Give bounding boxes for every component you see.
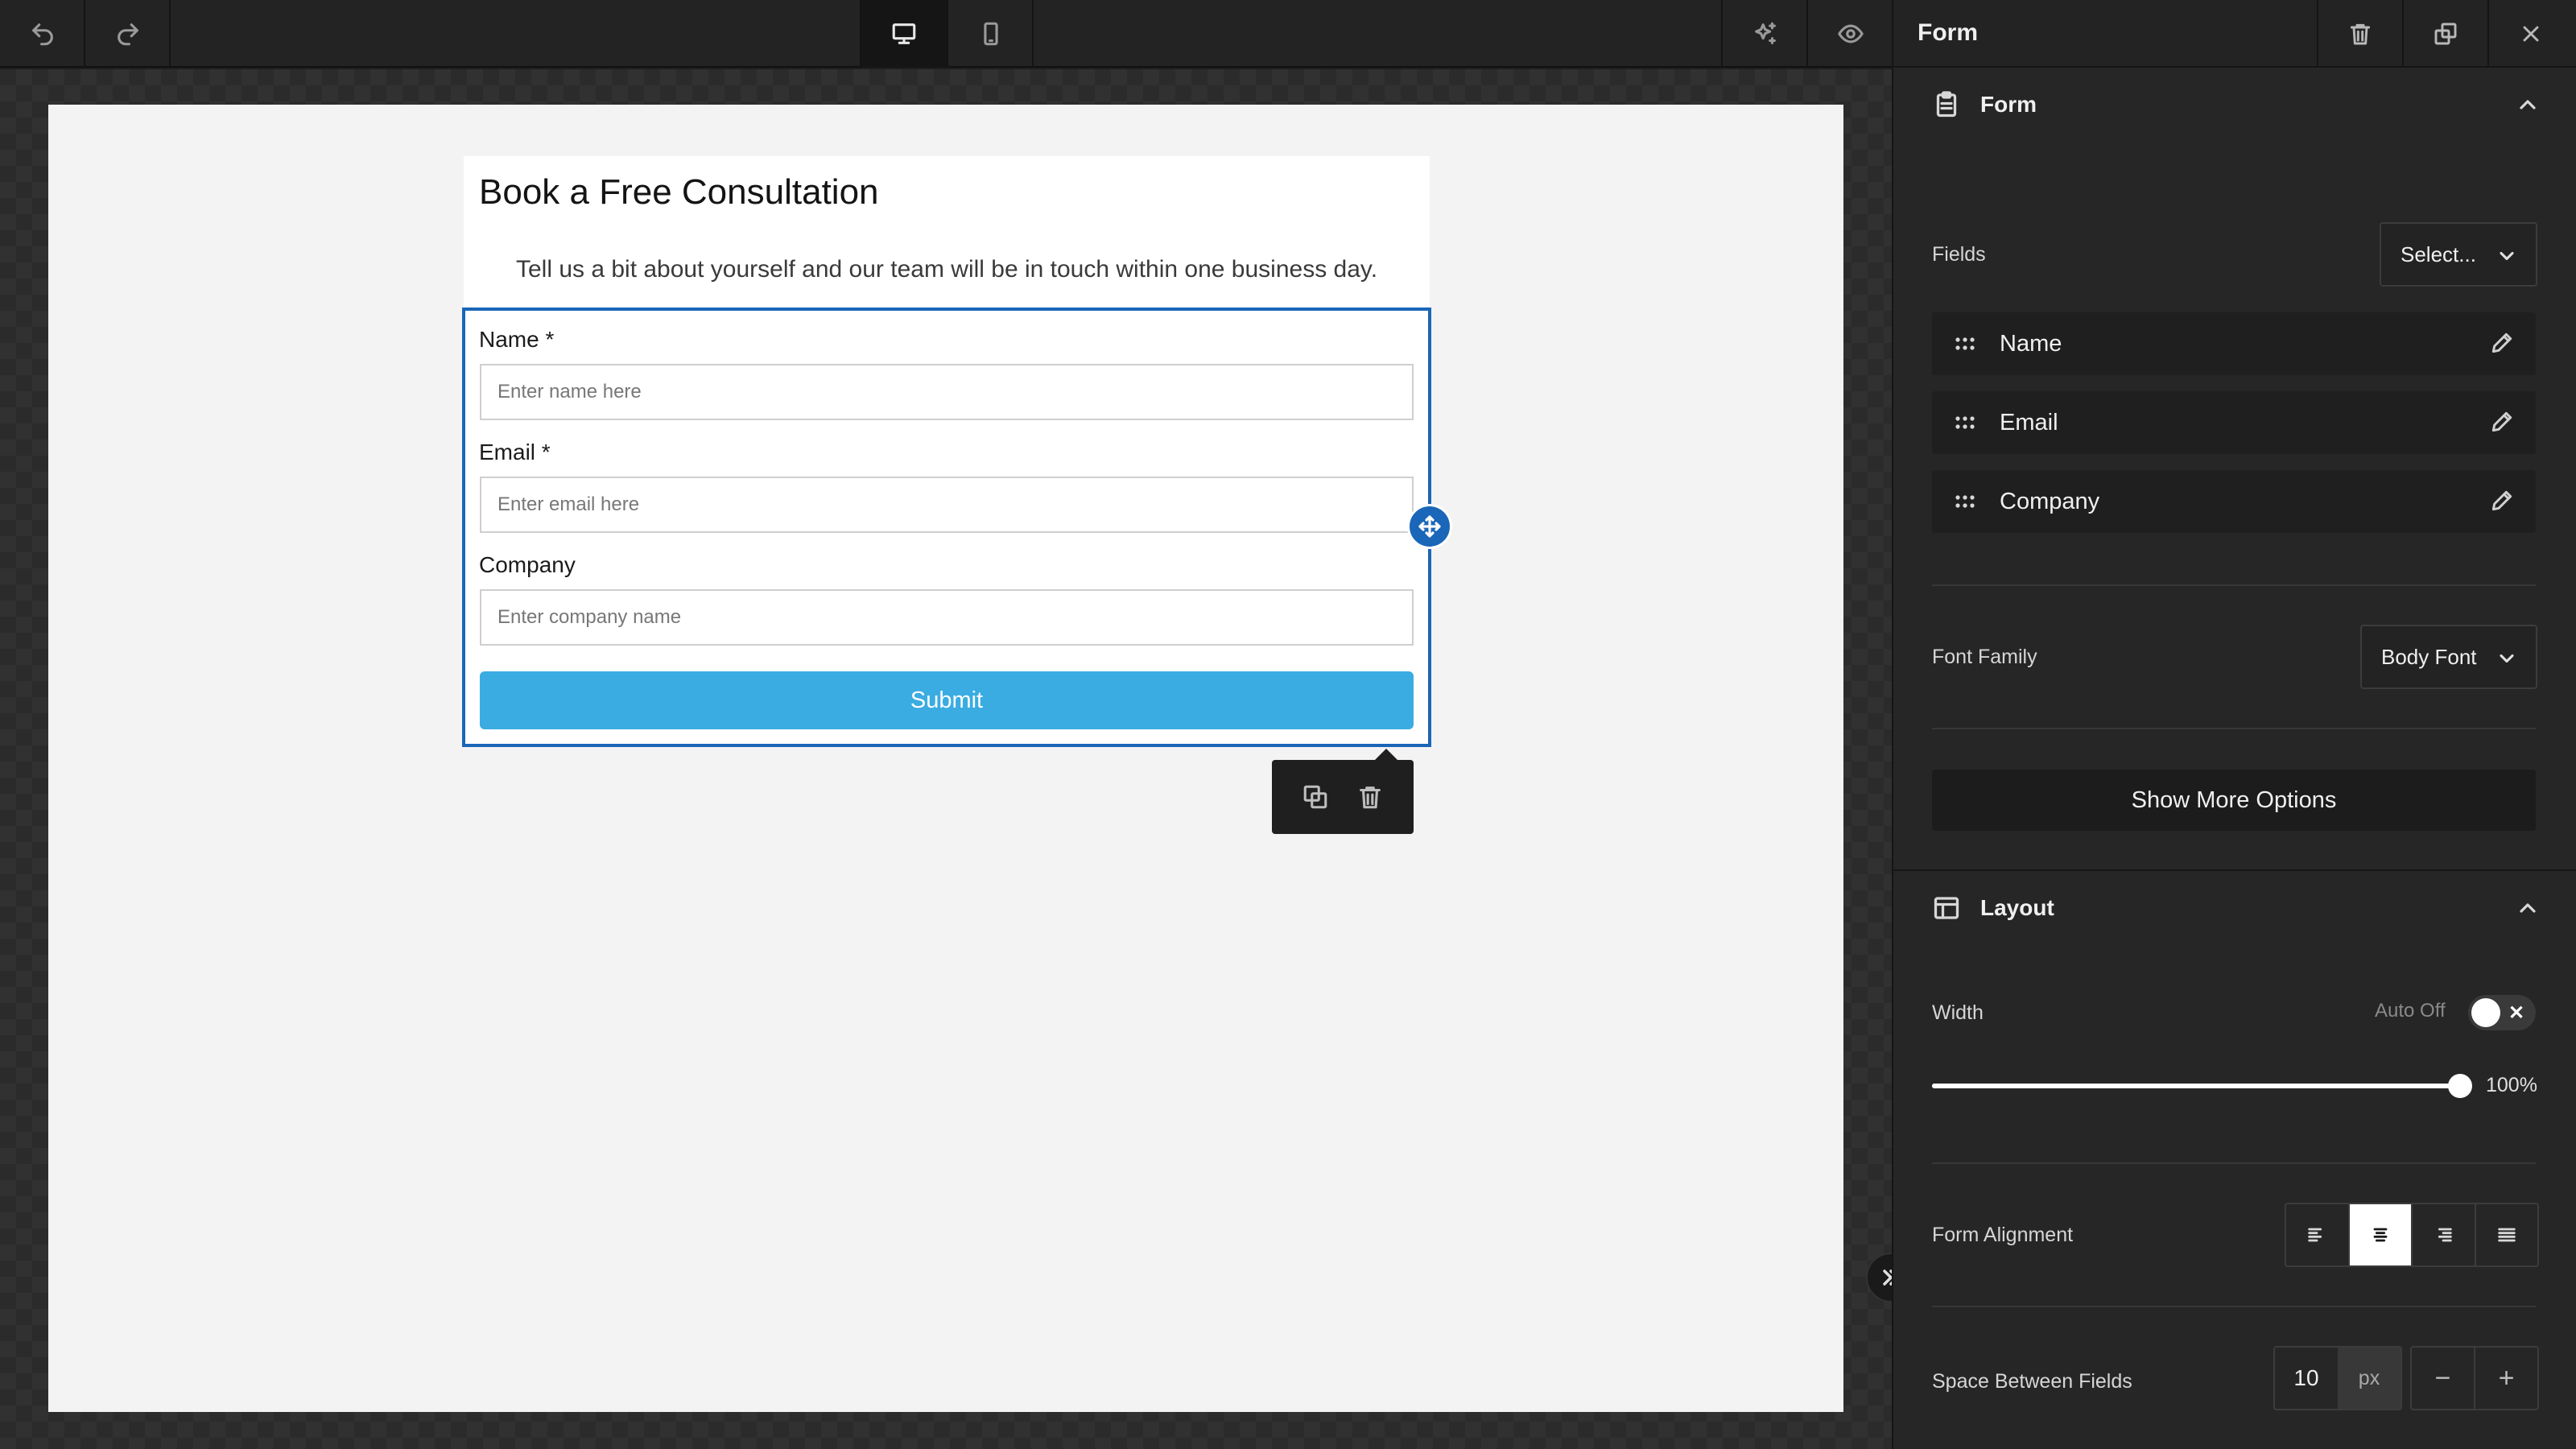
move-icon bbox=[1418, 515, 1441, 538]
mobile-view-button[interactable] bbox=[948, 0, 1034, 68]
eye-icon bbox=[1838, 24, 1864, 43]
chevron-up-icon bbox=[2520, 903, 2536, 913]
field-item-name[interactable]: Name bbox=[1932, 312, 2536, 375]
section-divider bbox=[1893, 869, 2576, 871]
panel-title: Form bbox=[1918, 19, 1978, 46]
width-value: 100% bbox=[2486, 1074, 2537, 1096]
spacing-unit[interactable]: px bbox=[2338, 1348, 2401, 1409]
preview-button[interactable] bbox=[1808, 0, 1893, 68]
delete-block-button[interactable] bbox=[1354, 781, 1386, 813]
pencil-icon[interactable] bbox=[2489, 488, 2515, 514]
duplicate-icon bbox=[2434, 23, 2457, 45]
width-slider[interactable] bbox=[1932, 1074, 2472, 1098]
panel-close-button[interactable] bbox=[2487, 0, 2573, 68]
move-handle[interactable] bbox=[1407, 504, 1452, 549]
align-left-button[interactable] bbox=[2286, 1204, 2350, 1265]
redo-icon bbox=[118, 23, 138, 46]
field-item-email[interactable]: Email bbox=[1932, 391, 2536, 454]
drag-handle-icon[interactable] bbox=[1955, 493, 1975, 510]
close-icon bbox=[2523, 26, 2539, 42]
toggle-knob bbox=[2471, 998, 2500, 1027]
pencil-icon[interactable] bbox=[2489, 330, 2515, 356]
spacing-stepper: − + bbox=[2410, 1346, 2539, 1410]
field-item-label: Email bbox=[2000, 409, 2058, 436]
trash-icon bbox=[2350, 23, 2371, 45]
mobile-icon bbox=[984, 22, 998, 46]
fields-select[interactable]: Select... bbox=[2380, 222, 2537, 287]
chevron-down-icon bbox=[2500, 251, 2514, 261]
align-justify-button[interactable] bbox=[2476, 1204, 2538, 1265]
submit-button[interactable]: Submit bbox=[480, 671, 1414, 729]
duplicate-icon bbox=[1303, 785, 1327, 809]
spacing-value[interactable]: 10 bbox=[2275, 1348, 2338, 1409]
auto-width-toggle[interactable]: ✕ bbox=[2468, 995, 2536, 1030]
undo-icon bbox=[32, 23, 53, 46]
fields-select-value: Select... bbox=[2401, 242, 2476, 266]
align-center-icon bbox=[2373, 1228, 2388, 1242]
divider bbox=[1932, 728, 2536, 729]
panel-delete-button[interactable] bbox=[2317, 0, 2402, 68]
fields-label: Fields bbox=[1932, 243, 1986, 266]
form-title[interactable]: Book a Free Consultation bbox=[479, 172, 879, 213]
form-alignment-group bbox=[2285, 1203, 2539, 1267]
sparkles-icon bbox=[1755, 22, 1776, 44]
form-subtitle[interactable]: Tell us a bit about yourself and our tea… bbox=[464, 256, 1430, 283]
chevron-down-icon bbox=[2500, 654, 2514, 663]
align-left-icon bbox=[2308, 1228, 2322, 1242]
divider bbox=[1932, 1306, 2536, 1307]
increment-button[interactable]: + bbox=[2475, 1348, 2537, 1409]
close-icon: ✕ bbox=[2508, 1002, 2525, 1024]
space-between-fields-label: Space Between Fields bbox=[1932, 1370, 2132, 1393]
name-field-label: Name * bbox=[479, 327, 555, 352]
field-item-label: Company bbox=[2000, 488, 2100, 514]
layout-icon bbox=[1934, 897, 1959, 919]
auto-width-label: Auto Off bbox=[2375, 1000, 2446, 1022]
form-section-header[interactable]: Form bbox=[1932, 90, 2037, 119]
layout-section-title: Layout bbox=[1980, 895, 2054, 920]
trash-icon bbox=[1360, 786, 1381, 809]
redo-button[interactable] bbox=[85, 0, 171, 68]
form-alignment-label: Form Alignment bbox=[1932, 1224, 2074, 1246]
slider-thumb[interactable] bbox=[2448, 1074, 2472, 1098]
pencil-icon[interactable] bbox=[2489, 409, 2515, 435]
collapse-layout-section[interactable] bbox=[2515, 895, 2541, 921]
width-label: Width bbox=[1932, 1001, 1984, 1024]
layout-section-header[interactable]: Layout bbox=[1932, 894, 2054, 923]
align-justify-icon bbox=[2498, 1228, 2516, 1242]
undo-button[interactable] bbox=[0, 0, 85, 68]
clipboard-icon bbox=[1936, 91, 1957, 118]
font-family-label: Font Family bbox=[1932, 646, 2037, 668]
align-center-button[interactable] bbox=[2349, 1204, 2413, 1265]
duplicate-block-button[interactable] bbox=[1299, 781, 1331, 813]
drag-handle-icon[interactable] bbox=[1955, 336, 1975, 352]
divider bbox=[1932, 1162, 2536, 1164]
decrement-button[interactable]: − bbox=[2412, 1348, 2475, 1409]
spacing-input[interactable]: 10 px bbox=[2273, 1346, 2402, 1410]
email-input[interactable]: Enter email here bbox=[480, 477, 1414, 533]
desktop-icon bbox=[892, 23, 916, 44]
slider-fill bbox=[1932, 1084, 2460, 1088]
panel-duplicate-button[interactable] bbox=[2402, 0, 2487, 68]
form-section-title: Form bbox=[1980, 92, 2037, 117]
block-mini-toolbar bbox=[1272, 749, 1414, 834]
chevron-up-icon bbox=[2520, 100, 2536, 109]
divider bbox=[1932, 584, 2536, 586]
font-family-value: Body Font bbox=[2381, 644, 2477, 669]
top-toolbar bbox=[0, 0, 1892, 68]
field-item-company[interactable]: Company bbox=[1932, 470, 2536, 533]
desktop-view-button[interactable] bbox=[861, 0, 947, 68]
collapse-form-section[interactable] bbox=[2515, 92, 2541, 118]
email-field-label: Email * bbox=[479, 440, 551, 464]
align-right-button[interactable] bbox=[2413, 1204, 2476, 1265]
ai-assist-button[interactable] bbox=[1723, 0, 1808, 68]
field-item-label: Name bbox=[2000, 330, 2062, 357]
font-family-select[interactable]: Body Font bbox=[2360, 625, 2537, 689]
company-field-label: Company bbox=[479, 552, 576, 577]
company-input[interactable]: Enter company name bbox=[480, 589, 1414, 646]
name-input[interactable]: Enter name here bbox=[480, 364, 1414, 420]
align-right-icon bbox=[2438, 1228, 2452, 1242]
panel-header: Form bbox=[1893, 0, 2576, 68]
show-more-options-button[interactable]: Show More Options bbox=[1932, 770, 2536, 831]
drag-handle-icon[interactable] bbox=[1955, 415, 1975, 431]
